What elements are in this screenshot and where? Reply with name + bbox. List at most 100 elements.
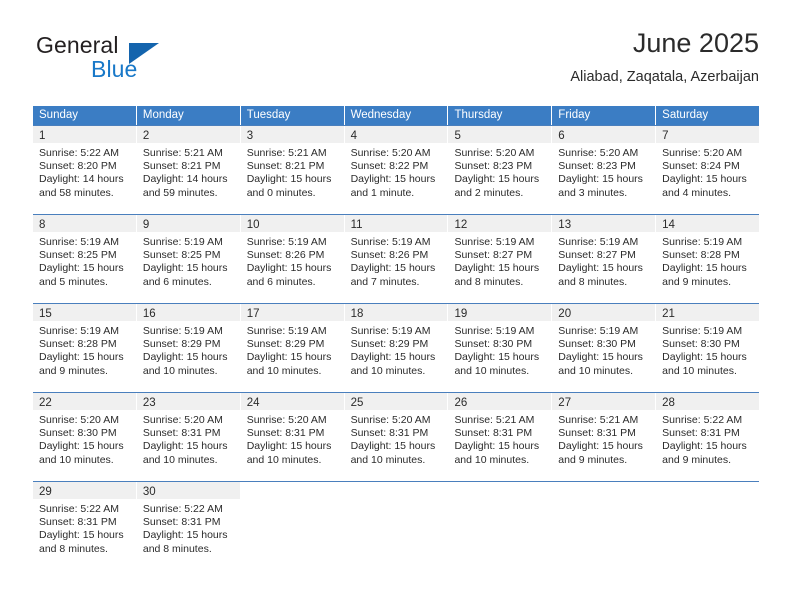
daylight-line1: Daylight: 15 hours [662, 173, 747, 186]
day-cell[interactable]: 14 Sunrise: 5:19 AM Sunset: 8:28 PM Dayl… [656, 215, 760, 303]
day-cell[interactable]: 16 Sunrise: 5:19 AM Sunset: 8:29 PM Dayl… [136, 304, 240, 392]
sunrise-text: Sunrise: 5:20 AM [142, 414, 223, 426]
day-cell[interactable]: 23 Sunrise: 5:20 AM Sunset: 8:31 PM Dayl… [136, 393, 240, 481]
day-cell[interactable]: 5 Sunrise: 5:20 AM Sunset: 8:23 PM Dayli… [448, 126, 552, 214]
daylight-line2: and 10 minutes. [350, 364, 426, 377]
page-header: General Blue June 2025 Aliabad, Zaqatala… [33, 26, 759, 98]
day-cell[interactable]: 18 Sunrise: 5:19 AM Sunset: 8:29 PM Dayl… [344, 304, 448, 392]
week-row: 29 Sunrise: 5:22 AM Sunset: 8:31 PM Dayl… [33, 481, 760, 572]
weekday-header-row: Sunday Monday Tuesday Wednesday Thursday… [33, 106, 760, 125]
day-number: 30 [142, 486, 156, 498]
sunrise-text: Sunrise: 5:19 AM [39, 236, 119, 248]
day-number-band: 25 [344, 393, 448, 410]
day-number-band [448, 482, 552, 499]
day-cell[interactable]: 21 Sunrise: 5:19 AM Sunset: 8:30 PM Dayl… [656, 304, 760, 392]
daylight-line2: and 10 minutes. [142, 364, 218, 377]
day-cell[interactable]: 11 Sunrise: 5:19 AM Sunset: 8:26 PM Dayl… [344, 215, 448, 303]
day-cell[interactable]: 25 Sunrise: 5:20 AM Sunset: 8:31 PM Dayl… [344, 393, 448, 481]
day-cell[interactable]: 6 Sunrise: 5:20 AM Sunset: 8:23 PM Dayli… [552, 126, 656, 214]
day-number-band: 9 [136, 215, 240, 232]
day-info: Sunrise: 5:20 AM Sunset: 8:31 PM Dayligh… [137, 410, 240, 467]
day-number: 20 [558, 308, 572, 320]
daylight-line2: and 10 minutes. [246, 453, 322, 466]
sunrise-text: Sunrise: 5:19 AM [558, 325, 639, 337]
daylight-line1: Daylight: 15 hours [246, 173, 332, 186]
sunrise-text: Sunrise: 5:22 AM [142, 503, 223, 515]
daylight-line2: and 8 minutes. [558, 275, 628, 288]
day-cell[interactable]: 22 Sunrise: 5:20 AM Sunset: 8:30 PM Dayl… [33, 393, 136, 481]
day-number: 21 [662, 308, 675, 320]
day-info: Sunrise: 5:19 AM Sunset: 8:26 PM Dayligh… [345, 232, 448, 289]
weekday-header-monday: Monday [136, 106, 240, 125]
day-number-band: 21 [656, 304, 760, 321]
sunrise-text: Sunrise: 5:20 AM [39, 414, 119, 426]
day-cell[interactable]: 28 Sunrise: 5:22 AM Sunset: 8:31 PM Dayl… [656, 393, 760, 481]
day-cell[interactable]: 12 Sunrise: 5:19 AM Sunset: 8:27 PM Dayl… [448, 215, 552, 303]
day-info: Sunrise: 5:22 AM Sunset: 8:31 PM Dayligh… [656, 410, 759, 467]
calendar-page: General Blue June 2025 Aliabad, Zaqatala… [0, 0, 792, 612]
day-cell[interactable]: 24 Sunrise: 5:20 AM Sunset: 8:31 PM Dayl… [240, 393, 344, 481]
day-info: Sunrise: 5:20 AM Sunset: 8:30 PM Dayligh… [33, 410, 136, 467]
weekday-header-saturday: Saturday [656, 106, 760, 125]
sunrise-text: Sunrise: 5:19 AM [558, 236, 639, 248]
day-cell[interactable]: 29 Sunrise: 5:22 AM Sunset: 8:31 PM Dayl… [33, 482, 136, 572]
sunset-text: Sunset: 8:28 PM [39, 338, 117, 351]
day-number: 10 [246, 219, 260, 231]
day-number: 1 [39, 130, 46, 142]
week-row: 8 Sunrise: 5:19 AM Sunset: 8:25 PM Dayli… [33, 214, 760, 303]
day-cell[interactable]: 8 Sunrise: 5:19 AM Sunset: 8:25 PM Dayli… [33, 215, 136, 303]
week-row: 22 Sunrise: 5:20 AM Sunset: 8:30 PM Dayl… [33, 392, 760, 481]
day-info: Sunrise: 5:21 AM Sunset: 8:31 PM Dayligh… [448, 410, 551, 467]
daylight-line1: Daylight: 15 hours [454, 262, 540, 275]
day-cell[interactable]: 27 Sunrise: 5:21 AM Sunset: 8:31 PM Dayl… [552, 393, 656, 481]
day-cell[interactable]: 15 Sunrise: 5:19 AM Sunset: 8:28 PM Dayl… [33, 304, 136, 392]
day-info: Sunrise: 5:19 AM Sunset: 8:30 PM Dayligh… [448, 321, 551, 378]
day-cell[interactable]: 4 Sunrise: 5:20 AM Sunset: 8:22 PM Dayli… [344, 126, 448, 214]
daylight-line1: Daylight: 15 hours [246, 351, 332, 364]
sunrise-text: Sunrise: 5:21 AM [454, 414, 535, 426]
brand-logo[interactable]: General Blue [33, 32, 243, 90]
daylight-line2: and 10 minutes. [662, 364, 737, 377]
daylight-line2: and 8 minutes. [142, 542, 212, 555]
week-row: 15 Sunrise: 5:19 AM Sunset: 8:28 PM Dayl… [33, 303, 760, 392]
sunset-text: Sunset: 8:25 PM [39, 249, 117, 262]
day-number-band: 29 [33, 482, 136, 499]
day-cell[interactable]: 17 Sunrise: 5:19 AM Sunset: 8:29 PM Dayl… [240, 304, 344, 392]
sunrise-text: Sunrise: 5:19 AM [246, 325, 327, 337]
day-cell[interactable]: 2 Sunrise: 5:21 AM Sunset: 8:21 PM Dayli… [136, 126, 240, 214]
day-cell[interactable]: 1 Sunrise: 5:22 AM Sunset: 8:20 PM Dayli… [33, 126, 136, 214]
sunrise-text: Sunrise: 5:19 AM [142, 325, 223, 337]
sunset-text: Sunset: 8:22 PM [350, 160, 429, 173]
day-cell[interactable]: 7 Sunrise: 5:20 AM Sunset: 8:24 PM Dayli… [656, 126, 760, 214]
day-number: 26 [454, 397, 468, 409]
daylight-line1: Daylight: 15 hours [350, 173, 436, 186]
day-cell[interactable]: 20 Sunrise: 5:19 AM Sunset: 8:30 PM Dayl… [552, 304, 656, 392]
day-number: 6 [558, 130, 565, 142]
day-cell[interactable]: 9 Sunrise: 5:19 AM Sunset: 8:25 PM Dayli… [136, 215, 240, 303]
day-cell[interactable]: 10 Sunrise: 5:19 AM Sunset: 8:26 PM Dayl… [240, 215, 344, 303]
daylight-line2: and 10 minutes. [39, 453, 114, 466]
sunset-text: Sunset: 8:31 PM [142, 516, 221, 529]
daylight-line2: and 9 minutes. [39, 364, 108, 377]
day-cell[interactable]: 19 Sunrise: 5:19 AM Sunset: 8:30 PM Dayl… [448, 304, 552, 392]
day-cell[interactable]: 13 Sunrise: 5:19 AM Sunset: 8:27 PM Dayl… [552, 215, 656, 303]
day-cell[interactable]: 26 Sunrise: 5:21 AM Sunset: 8:31 PM Dayl… [448, 393, 552, 481]
day-info: Sunrise: 5:19 AM Sunset: 8:30 PM Dayligh… [656, 321, 759, 378]
day-number-band [240, 482, 344, 499]
day-info: Sunrise: 5:19 AM Sunset: 8:30 PM Dayligh… [552, 321, 655, 378]
day-number: 3 [246, 130, 254, 142]
daylight-line2: and 10 minutes. [558, 364, 634, 377]
day-cell[interactable]: 30 Sunrise: 5:22 AM Sunset: 8:31 PM Dayl… [136, 482, 240, 572]
sunrise-text: Sunrise: 5:21 AM [558, 414, 639, 426]
sunrise-text: Sunrise: 5:21 AM [246, 147, 327, 159]
daylight-line2: and 2 minutes. [454, 186, 524, 199]
day-number-band: 6 [552, 126, 656, 143]
day-info: Sunrise: 5:21 AM Sunset: 8:21 PM Dayligh… [137, 143, 240, 200]
day-number: 9 [142, 219, 150, 231]
sunrise-text: Sunrise: 5:19 AM [662, 325, 743, 337]
daylight-line2: and 8 minutes. [39, 542, 108, 555]
day-cell[interactable]: 3 Sunrise: 5:21 AM Sunset: 8:21 PM Dayli… [240, 126, 344, 214]
sunset-text: Sunset: 8:27 PM [454, 249, 533, 262]
sunset-text: Sunset: 8:31 PM [454, 427, 533, 440]
weekday-header-thursday: Thursday [448, 106, 552, 125]
